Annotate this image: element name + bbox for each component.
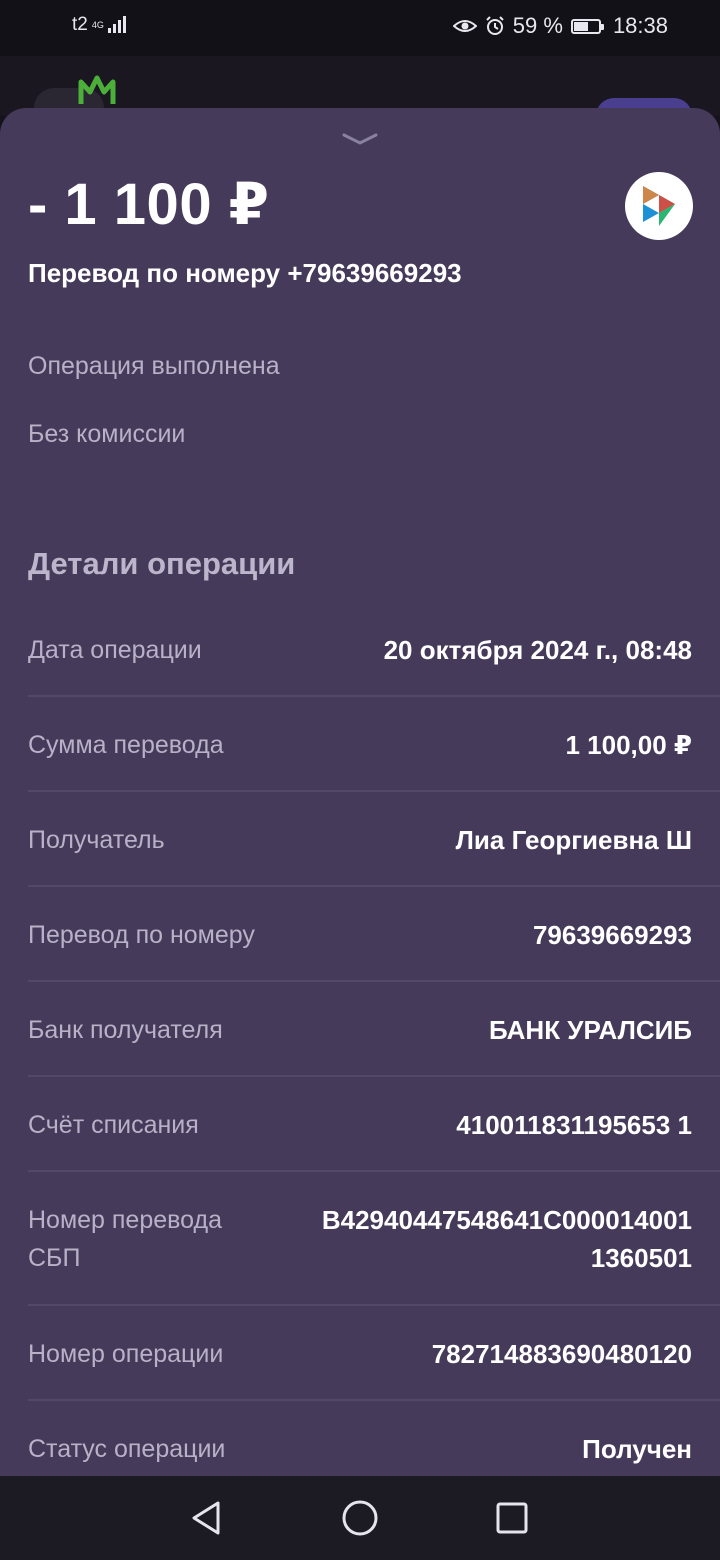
signal-icon: [107, 15, 126, 33]
detail-value: 1 100,00 ₽: [565, 730, 692, 760]
detail-label: СБП: [28, 1244, 81, 1272]
detail-value: 79639669293: [532, 920, 692, 950]
detail-value: 1360501: [590, 1243, 692, 1273]
detail-row-account: Счёт списания 410011831195653 1: [0, 1077, 720, 1172]
sbp-logo-icon: [625, 172, 693, 240]
details-list: Дата операции 20 октября 2024 г., 08:48 …: [0, 602, 720, 1476]
detail-row-phone: Перевод по номеру 79639669293: [0, 887, 720, 982]
crown-logo-icon: [78, 75, 116, 104]
detail-label: Дата операции: [28, 636, 202, 664]
commission-info: Без комиссии: [28, 420, 186, 448]
status-bar: t2 4G 59 % 18:38: [0, 0, 720, 56]
alarm-icon: [486, 16, 504, 35]
detail-value: Получен: [582, 1434, 692, 1464]
detail-label: Счёт списания: [28, 1111, 199, 1139]
detail-value: Лиа Георгиевна Ш: [455, 825, 692, 855]
detail-row-recipient: Получатель Лиа Георгиевна Ш: [0, 792, 720, 887]
detail-row-date: Дата операции 20 октября 2024 г., 08:48: [0, 602, 720, 697]
detail-value: B42940447548641C000014001: [321, 1205, 692, 1235]
detail-label: Получатель: [28, 826, 165, 854]
operation-amount: - 1 100 ₽: [28, 172, 270, 237]
detail-label: Статус операции: [28, 1435, 226, 1463]
detail-label: Сумма перевода: [28, 731, 224, 759]
detail-value: БАНК УРАЛСИБ: [488, 1015, 692, 1045]
battery-fill: [573, 21, 589, 31]
detail-label: Банк получателя: [28, 1016, 223, 1044]
eye-comfort-icon: [452, 20, 477, 32]
recents-square-icon[interactable]: [492, 1498, 532, 1538]
detail-value: 410011831195653 1: [456, 1110, 692, 1140]
clock: 18:38: [612, 13, 668, 38]
back-triangle-icon[interactable]: [186, 1498, 226, 1538]
detail-value: 20 октября 2024 г., 08:48: [383, 635, 692, 665]
network-type: 4G: [91, 20, 104, 30]
battery-percent: 59 %: [512, 13, 563, 38]
details-section-title: Детали операции: [28, 546, 296, 581]
detail-row-bank: Банк получателя БАНК УРАЛСИБ: [0, 982, 720, 1077]
chevron-down-icon[interactable]: [342, 132, 378, 146]
operation-status: Операция выполнена: [28, 352, 280, 380]
detail-label: Перевод по номеру: [28, 921, 255, 949]
detail-row-sbp-number: Номер перевода СБП B42940447548641C00001…: [0, 1172, 720, 1306]
status-indicators: 59 % 18:38: [452, 13, 668, 39]
carrier-label: t2: [72, 14, 88, 35]
carrier-signal: t2 4G: [72, 14, 126, 36]
operation-title: Перевод по номеру +79639669293: [28, 258, 462, 288]
detail-value: 782714883690480120: [431, 1339, 692, 1369]
detail-row-amount: Сумма перевода 1 100,00 ₽: [0, 697, 720, 792]
battery-icon: [570, 18, 604, 34]
detail-row-operation-number: Номер операции 782714883690480120: [0, 1306, 720, 1401]
detail-row-status: Статус операции Получен: [0, 1401, 720, 1476]
operation-details-sheet: - 1 100 ₽ Перевод по номеру +79639669293…: [0, 108, 720, 1476]
detail-label: Номер операции: [28, 1340, 224, 1368]
system-nav-bar: [0, 1476, 720, 1560]
detail-label: Номер перевода: [28, 1206, 222, 1234]
home-circle-icon[interactable]: [340, 1498, 380, 1538]
